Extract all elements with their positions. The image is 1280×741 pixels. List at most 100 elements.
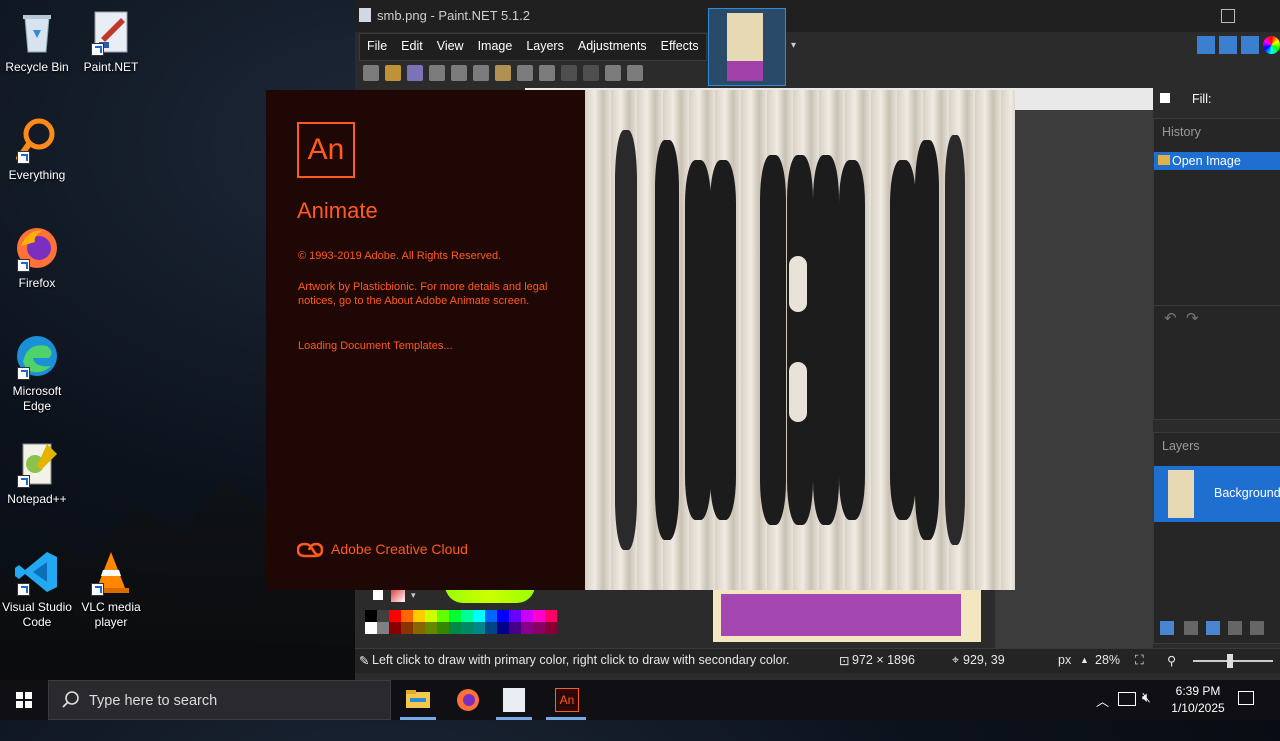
file-explorer-icon[interactable] [406, 688, 430, 710]
desktop-icon-label: Notepad++ [7, 492, 67, 506]
zoom-level[interactable]: 28% [1095, 653, 1120, 667]
start-windows-icon[interactable] [16, 692, 32, 713]
zoom-slider[interactable] [1193, 660, 1273, 662]
grid-icon[interactable] [605, 65, 621, 81]
desktop-icon-vscode[interactable]: Visual Studio Code [0, 548, 74, 630]
menu-file[interactable]: File [360, 34, 394, 60]
unit-select[interactable]: px [1058, 653, 1071, 667]
layers-icon[interactable] [1241, 36, 1259, 54]
menu-adjustments[interactable]: Adjustments [571, 34, 654, 60]
menu-image[interactable]: Image [471, 34, 520, 60]
ruler-icon[interactable] [627, 65, 643, 81]
canvas-image-bottom[interactable] [713, 590, 981, 642]
search-placeholder: Type here to search [89, 693, 218, 709]
volume-muted-icon[interactable]: 🔇︎ [1142, 689, 1151, 706]
history-item[interactable]: Open Image [1154, 152, 1280, 170]
network-icon[interactable] [1118, 692, 1136, 706]
merge-layer-icon[interactable] [1228, 621, 1242, 635]
firefox-icon [13, 224, 61, 272]
taskbar-paintnet-icon[interactable] [503, 688, 525, 712]
crop-icon[interactable] [517, 65, 533, 81]
history-undo-icon[interactable]: ↶ [1164, 309, 1177, 327]
colors-icon[interactable] [1263, 36, 1280, 54]
taskbar-firefox-icon[interactable] [456, 688, 480, 717]
cut-icon[interactable] [451, 65, 467, 81]
taskbar-animate-icon[interactable]: An [555, 688, 579, 712]
palette-icon[interactable] [391, 588, 405, 602]
layers-header: Layers [1162, 439, 1200, 453]
new-icon[interactable] [363, 65, 379, 81]
toolbar [359, 60, 643, 86]
zoom-fit-icon[interactable]: ⛶ [1135, 653, 1144, 668]
tray-date[interactable]: 1/10/2025 [1166, 701, 1230, 741]
add-icon[interactable] [1160, 93, 1170, 103]
tray-overflow-icon[interactable]: ︿ [1096, 691, 1109, 710]
notepadpp-icon [13, 440, 61, 488]
history-panel: History Open Image ↶ ↷ [1153, 118, 1280, 420]
add-layer-icon[interactable] [1160, 621, 1174, 635]
desktop-icon-edge[interactable]: Microsoft Edge [0, 332, 74, 414]
history-redo-icon[interactable]: ↷ [1186, 309, 1199, 327]
save-icon[interactable] [407, 65, 423, 81]
menu-effects[interactable]: Effects [654, 34, 706, 60]
duplicate-layer-icon[interactable] [1206, 621, 1220, 635]
everything-search-icon [13, 116, 61, 164]
paste-icon[interactable] [495, 65, 511, 81]
layer-row[interactable]: Background [1154, 466, 1280, 522]
open-icon[interactable] [385, 65, 401, 81]
desktop-icon-label: Microsoft Edge [12, 384, 62, 413]
taskbar-search-box[interactable]: Type here to search [48, 680, 391, 720]
paintnet-icon [87, 8, 135, 56]
deselect-icon[interactable] [539, 65, 555, 81]
splash-loading-status: Loading Document Templates... [298, 340, 453, 352]
vlc-cone-icon [87, 548, 135, 596]
color-palette[interactable] [365, 610, 557, 634]
desktop-icon-firefox[interactable]: Firefox [0, 224, 74, 291]
desktop-icon-vlc[interactable]: VLC media player [74, 548, 148, 630]
splash-artwork-image [585, 90, 1015, 590]
window-title: smb.png - Paint.NET 5.1.2 [377, 8, 530, 23]
desktop-icon-notepadpp[interactable]: Notepad++ [0, 440, 74, 507]
palette-dropdown-icon[interactable]: ▾ [411, 590, 416, 601]
desktop-icon-label: Visual Studio Code [2, 600, 72, 629]
layer-up-icon[interactable] [1250, 621, 1264, 635]
desktop-icon-label: Everything [8, 168, 66, 182]
desktop-icon-paintnet[interactable]: Paint.NET [74, 8, 148, 75]
creative-cloud-brand: Adobe Creative Cloud [297, 540, 468, 558]
undo-icon[interactable] [561, 65, 577, 81]
desktop-icon-recycle-bin[interactable]: Recycle Bin [0, 8, 74, 75]
palette-add-icon[interactable] [373, 590, 383, 600]
desktop-icon-everything[interactable]: Everything [0, 116, 74, 183]
menu-edit[interactable]: Edit [394, 34, 430, 60]
desktop-icon-label: Firefox [18, 276, 56, 290]
desktop-icon-label: Paint.NET [83, 60, 139, 74]
desktop-icon-label: Recycle Bin [5, 60, 69, 74]
delete-layer-icon[interactable] [1184, 621, 1198, 635]
print-icon[interactable] [429, 65, 445, 81]
zoom-out-icon[interactable]: ⚲ [1167, 653, 1176, 668]
tab-dropdown-icon[interactable]: ▾ [791, 40, 796, 51]
menu-layers[interactable]: Layers [519, 34, 571, 60]
vscode-icon [13, 548, 61, 596]
image-tab-thumbnail[interactable] [708, 8, 786, 86]
cursor-icon: ⌖ [952, 653, 960, 667]
maximize-icon[interactable] [1221, 9, 1235, 23]
animate-splash-screen: An Animate © 1993-2019 Adobe. All Rights… [266, 90, 585, 590]
layer-thumbnail [1168, 470, 1194, 518]
image-size: 972 × 1896 [852, 653, 915, 667]
layers-panel: Layers Background [1153, 432, 1280, 644]
zoom-slider-handle[interactable] [1227, 654, 1233, 668]
creative-cloud-label: Adobe Creative Cloud [331, 541, 468, 557]
menu-view[interactable]: View [430, 34, 471, 60]
desktop-icon-label: VLC media player [81, 600, 141, 629]
canvas-area[interactable] [995, 110, 1153, 650]
history-icon[interactable] [1219, 36, 1237, 54]
tools-icon[interactable] [1197, 36, 1215, 54]
notifications-icon[interactable] [1238, 691, 1254, 705]
redo-icon[interactable] [583, 65, 599, 81]
edge-icon [13, 332, 61, 380]
copy-icon[interactable] [473, 65, 489, 81]
unit-dropdown-icon[interactable]: ▲ [1080, 655, 1089, 665]
paintnet-titlebar[interactable]: smb.png - Paint.NET 5.1.2 [355, 0, 1280, 32]
search-icon [61, 690, 81, 715]
